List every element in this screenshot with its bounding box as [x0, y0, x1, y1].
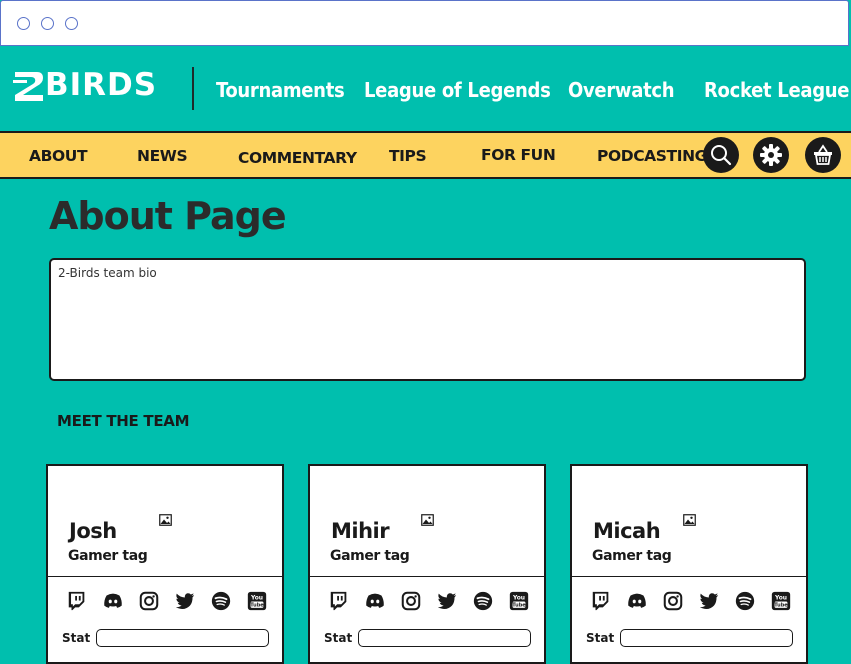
image-placeholder-icon: [159, 514, 172, 526]
svg-text:You: You: [512, 595, 525, 602]
spotify-icon[interactable]: [734, 590, 756, 612]
nav-link-league-of-legends[interactable]: League of Legends: [364, 78, 551, 102]
youtube-icon[interactable]: YouTube: [508, 590, 530, 612]
instagram-icon[interactable]: [138, 590, 160, 612]
image-placeholder-icon: [421, 514, 434, 526]
stat-label: Stat: [324, 631, 353, 645]
member-gamer-tag: Gamer tag: [68, 548, 148, 564]
twitch-icon[interactable]: [66, 590, 88, 612]
category-link-podcasting[interactable]: PODCASTING: [597, 147, 707, 165]
twitter-icon[interactable]: [436, 590, 458, 612]
member-name: Josh: [69, 519, 117, 543]
nav-link-overwatch[interactable]: Overwatch: [568, 78, 675, 102]
nav-divider: [192, 67, 194, 110]
member-name: Micah: [593, 519, 661, 543]
basket-icon: [814, 144, 832, 165]
discord-icon[interactable]: [102, 590, 124, 612]
team-member-card: Mihir Gamer tag You Tube Stat: [308, 464, 546, 664]
window-close-button[interactable]: [17, 17, 30, 30]
search-button[interactable]: [703, 137, 739, 173]
team-bio-text: 2-Birds team bio: [58, 266, 157, 280]
instagram-icon[interactable]: [662, 590, 684, 612]
youtube-icon[interactable]: YouTube: [246, 590, 268, 612]
social-links: You Tube: [590, 590, 800, 612]
search-icon: [711, 145, 732, 166]
spotify-icon[interactable]: [210, 590, 232, 612]
card-header: Mihir Gamer tag: [310, 466, 544, 577]
youtube-icon[interactable]: YouTube: [770, 590, 792, 612]
brand-logo[interactable]: BIRDS: [13, 66, 173, 104]
card-header: Micah Gamer tag: [572, 466, 806, 577]
category-link-news[interactable]: NEWS: [137, 147, 188, 165]
stat-input[interactable]: [96, 629, 269, 647]
category-link-tips[interactable]: TIPS: [389, 147, 427, 165]
spotify-icon[interactable]: [472, 590, 494, 612]
team-bio-textarea[interactable]: 2-Birds team bio: [49, 258, 806, 381]
nav-link-rocket-league[interactable]: Rocket League: [704, 78, 850, 102]
logo-text: BIRDS: [45, 67, 158, 103]
team-member-card: Micah Gamer tag You Tube Stat: [570, 464, 808, 664]
member-name: Mihir: [331, 519, 390, 543]
stat-input[interactable]: [358, 629, 531, 647]
twitter-icon[interactable]: [174, 590, 196, 612]
category-link-for-fun[interactable]: FOR FUN: [481, 146, 556, 164]
team-member-card: Josh Gamer tag You Tube Stat: [46, 464, 284, 664]
page-title: About Page: [49, 194, 287, 238]
svg-text:Tube: Tube: [250, 603, 264, 609]
stat-label: Stat: [62, 631, 91, 645]
nav-link-tournaments[interactable]: Tournaments: [216, 78, 345, 102]
twitter-icon[interactable]: [698, 590, 720, 612]
twitch-icon[interactable]: [328, 590, 350, 612]
svg-text:You: You: [774, 595, 787, 602]
window-minimize-button[interactable]: [41, 17, 54, 30]
svg-text:Tube: Tube: [512, 603, 526, 609]
stat-input[interactable]: [620, 629, 793, 647]
window-maximize-button[interactable]: [65, 17, 78, 30]
discord-icon[interactable]: [626, 590, 648, 612]
meet-the-team-heading: MEET THE TEAM: [57, 412, 190, 430]
social-links: You Tube: [66, 590, 276, 612]
image-placeholder-icon: [683, 514, 696, 526]
window-titlebar: [0, 0, 849, 46]
discord-icon[interactable]: [364, 590, 386, 612]
category-link-about[interactable]: ABOUT: [29, 147, 88, 165]
svg-text:Tube: Tube: [774, 603, 788, 609]
social-links: You Tube: [328, 590, 538, 612]
gear-icon: [760, 144, 782, 166]
svg-text:You: You: [250, 595, 263, 602]
twitch-icon[interactable]: [590, 590, 612, 612]
member-gamer-tag: Gamer tag: [592, 548, 672, 564]
card-header: Josh Gamer tag: [48, 466, 282, 577]
settings-button[interactable]: [753, 137, 789, 173]
instagram-icon[interactable]: [400, 590, 422, 612]
category-link-commentary[interactable]: COMMENTARY: [238, 149, 357, 167]
member-gamer-tag: Gamer tag: [330, 548, 410, 564]
stat-label: Stat: [586, 631, 615, 645]
category-bar: ABOUT NEWS COMMENTARY TIPS FOR FUN PODCA…: [0, 131, 851, 179]
basket-button[interactable]: [805, 137, 841, 173]
logo-2-mark-icon: [13, 72, 43, 101]
